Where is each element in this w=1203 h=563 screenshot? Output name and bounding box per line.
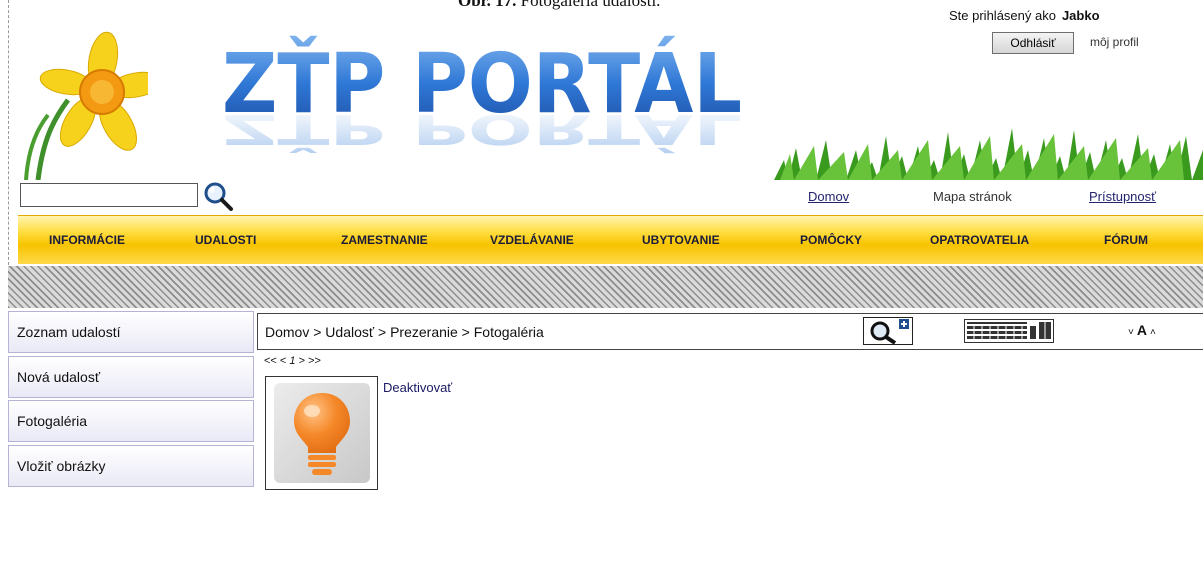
pager: << < 1 > >>	[264, 355, 321, 367]
accessibility-link[interactable]: Prístupnosť	[1089, 189, 1156, 204]
pager-current: 1	[289, 355, 296, 367]
nav-item-ubytovanie[interactable]: UBYTOVANIE	[642, 233, 720, 247]
daffodil-image	[24, 31, 148, 180]
caption-text: Fotogaléria udalostí.	[520, 0, 661, 10]
nav-item-pomocky[interactable]: POMÔCKY	[800, 233, 862, 247]
lightbulb-icon	[294, 393, 350, 475]
login-status: Ste prihlásený ako Jabko	[949, 8, 1100, 23]
breadcrumb-bar: Domov > Udalosť > Prezeranie > Fotogalér…	[257, 313, 1203, 350]
pager-first[interactable]: <<	[264, 355, 277, 367]
logo-reflection: ZŤP PORTÁL	[222, 105, 742, 153]
pager-next[interactable]: >	[299, 355, 305, 367]
deactivate-link[interactable]: Deaktivovať	[383, 380, 452, 395]
gallery-thumbnail[interactable]	[265, 376, 378, 490]
nav-item-forum[interactable]: FÓRUM	[1104, 233, 1148, 247]
username: Jabko	[1061, 8, 1100, 23]
page-left-border	[8, 0, 9, 270]
zoom-in-icon[interactable]	[863, 317, 913, 345]
pager-last[interactable]: >>	[308, 355, 321, 367]
sidebar-item-zoznam-udalosti[interactable]: Zoznam udalostí	[8, 311, 254, 353]
sitemap-link[interactable]: Mapa stránok	[933, 189, 1012, 204]
nav-item-opatrovatelia[interactable]: OPATROVATELIA	[930, 233, 1029, 247]
breadcrumb: Domov > Udalosť > Prezeranie > Fotogalér…	[265, 324, 544, 340]
profile-link[interactable]: môj profil	[1090, 35, 1139, 49]
grass-image	[774, 128, 1203, 180]
search-icon[interactable]	[202, 180, 234, 212]
main-nav: INFORMÁCIE UDALOSTI ZAMESTNANIE VZDELÁVA…	[18, 215, 1203, 264]
nav-item-informacie[interactable]: INFORMÁCIE	[49, 233, 125, 247]
font-size-label: A	[1136, 322, 1147, 338]
pager-prev[interactable]: <	[280, 355, 286, 367]
sidebar-item-vlozit-obrazky[interactable]: Vložiť obrázky	[8, 445, 254, 487]
portal-logo: ZŤP PORTÁL ZŤP PORTÁL	[222, 35, 742, 153]
font-size-controls: ˅ A ˄	[1128, 322, 1156, 338]
font-decrease-button[interactable]: ˅	[1128, 327, 1134, 338]
logout-button[interactable]: Odhlásiť	[992, 32, 1074, 54]
nav-item-vzdelavanie[interactable]: VZDELÁVANIE	[490, 233, 574, 247]
keyboard-icon[interactable]	[964, 319, 1054, 343]
caption-number: Obr. 17.	[458, 0, 517, 10]
search-input[interactable]	[20, 183, 198, 207]
logged-in-label: Ste prihlásený ako	[949, 8, 1056, 23]
sidebar-item-nova-udalost[interactable]: Nová udalosť	[8, 356, 254, 398]
font-increase-button[interactable]: ˄	[1150, 327, 1156, 338]
hatched-divider	[8, 266, 1203, 308]
home-link[interactable]: Domov	[808, 189, 849, 204]
sidebar-item-fotogaleria[interactable]: Fotogaléria	[8, 400, 254, 442]
nav-item-zamestnanie[interactable]: ZAMESTNANIE	[341, 233, 428, 247]
nav-item-udalosti[interactable]: UDALOSTI	[195, 233, 256, 247]
figure-caption: Obr. 17. Fotogaléria udalostí.	[458, 0, 660, 11]
